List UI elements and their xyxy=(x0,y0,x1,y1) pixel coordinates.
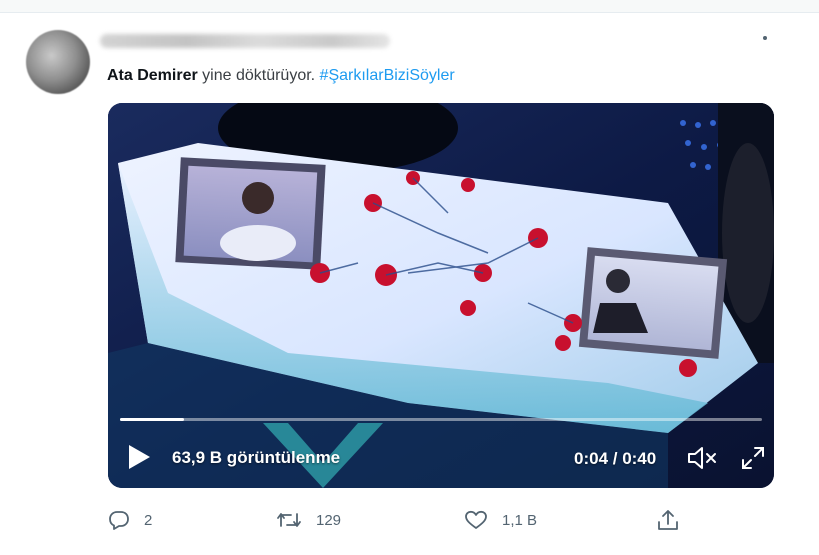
hashtag-link[interactable]: #ŞarkılarBiziSöyler xyxy=(320,67,455,84)
reply-count: 2 xyxy=(144,511,153,529)
retweet-count: 129 xyxy=(316,511,342,529)
retweet-icon xyxy=(277,513,301,527)
video-time: 0:04 / 0:40 xyxy=(574,449,657,468)
mute-button[interactable] xyxy=(686,445,718,471)
mute-icon xyxy=(688,447,716,469)
like-button[interactable]: 1,1 B xyxy=(464,505,537,535)
top-border xyxy=(0,0,819,13)
reply-button[interactable]: 2 xyxy=(108,505,152,535)
reply-icon xyxy=(109,511,129,530)
blurred-display-name xyxy=(100,34,390,48)
share-button[interactable] xyxy=(656,505,680,535)
fullscreen-icon xyxy=(742,447,764,469)
like-icon xyxy=(465,510,487,529)
play-button[interactable] xyxy=(126,443,152,471)
tweet-body: yine döktürüyor. xyxy=(197,67,320,84)
like-count: 1,1 B xyxy=(502,511,538,529)
play-icon xyxy=(129,445,150,469)
fullscreen-button[interactable] xyxy=(740,445,766,471)
tweet-text: Ata Demirer yine döktürüyor. #ŞarkılarBi… xyxy=(107,66,455,86)
video-frame xyxy=(108,103,774,488)
video-player[interactable]: 63,9 B görüntülenme 0:04 / 0:40 xyxy=(108,103,774,488)
progress-fill xyxy=(120,418,185,421)
share-icon xyxy=(658,510,678,530)
retweet-button[interactable]: 129 xyxy=(276,505,341,535)
view-count: 63,9 B görüntülenme xyxy=(172,448,341,467)
tweet-actions: 2 129 1,1 B xyxy=(0,505,819,535)
avatar[interactable] xyxy=(26,30,90,94)
author-mention[interactable]: Ata Demirer xyxy=(107,67,198,84)
more-icon[interactable] xyxy=(763,36,767,40)
progress-bar[interactable] xyxy=(120,418,762,421)
